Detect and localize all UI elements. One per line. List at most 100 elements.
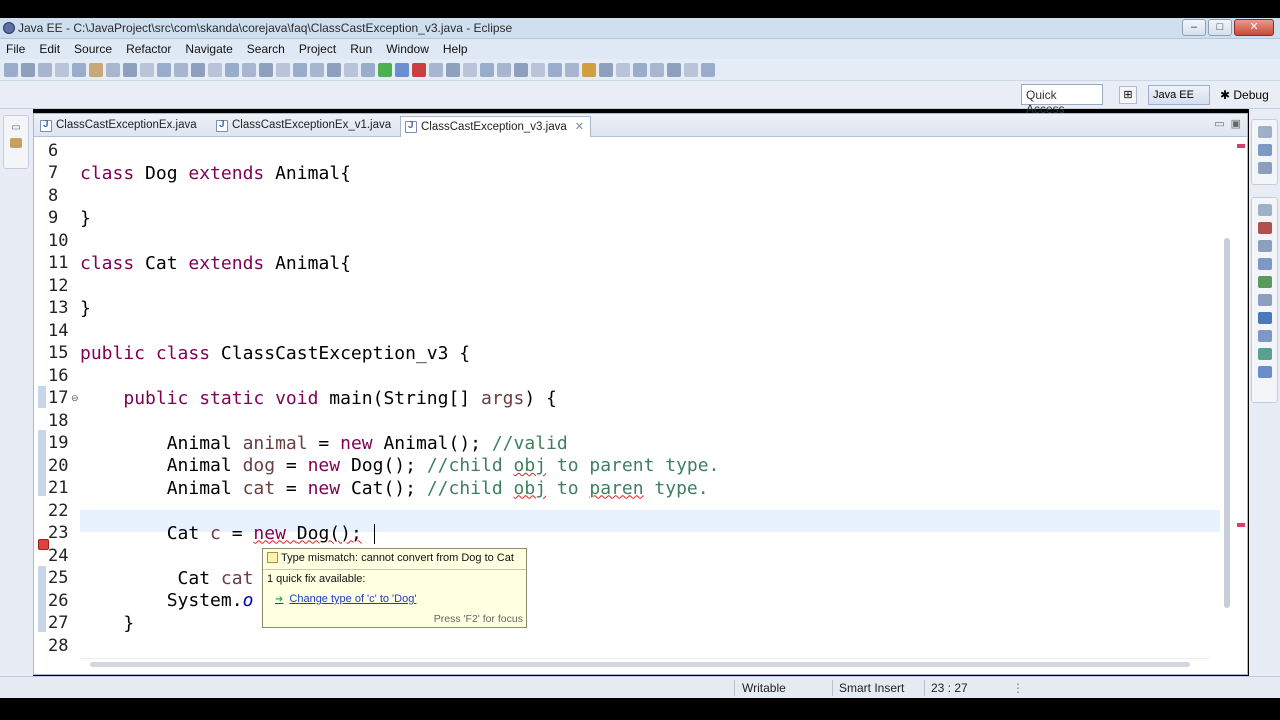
package-explorer-icon[interactable] xyxy=(10,138,22,148)
progress-icon[interactable] xyxy=(1257,348,1272,360)
open-perspective-icon[interactable]: ⊞ xyxy=(1119,86,1137,104)
console-icon[interactable] xyxy=(1257,312,1272,324)
package-icon[interactable] xyxy=(89,62,103,77)
jpa-icon[interactable] xyxy=(242,62,256,77)
whitespace-icon[interactable] xyxy=(616,62,630,77)
close-button[interactable]: ✕ xyxy=(1234,19,1274,36)
start-server-icon[interactable] xyxy=(361,62,375,77)
quick-access-input[interactable]: Quick Access xyxy=(1021,84,1103,116)
minimized-outline-stack[interactable] xyxy=(1251,119,1278,185)
interface-icon[interactable] xyxy=(123,62,137,77)
search-icon[interactable] xyxy=(531,62,545,77)
menu-project[interactable]: Project xyxy=(299,42,336,56)
minimize-button[interactable]: – xyxy=(1182,19,1206,36)
minimize-icon[interactable]: ▭ xyxy=(1214,117,1224,130)
outline-icon[interactable] xyxy=(1257,144,1272,156)
close-tab-icon[interactable]: ✕ xyxy=(575,121,584,133)
menu-navigate[interactable]: Navigate xyxy=(185,42,232,56)
web-icon[interactable] xyxy=(174,62,188,77)
properties-icon[interactable] xyxy=(1257,240,1272,252)
snippets-icon[interactable] xyxy=(1257,294,1272,306)
xml-icon[interactable] xyxy=(259,62,273,77)
css-icon[interactable] xyxy=(293,62,307,77)
new-icon[interactable] xyxy=(4,62,18,77)
minimized-console-stack[interactable] xyxy=(1251,197,1278,403)
quick-fix-label[interactable]: Change type of 'c' to 'Dog' xyxy=(289,593,416,605)
perspective-java-ee[interactable]: Java EE xyxy=(1148,85,1210,105)
tab-classcastexceptionex[interactable]: ClassCastExceptionEx.java xyxy=(36,116,203,137)
code-line[interactable]: public class ClassCastException_v3 { xyxy=(80,343,470,365)
maximize-icon[interactable]: ▣ xyxy=(1231,117,1241,130)
web-services-icon[interactable] xyxy=(1257,366,1272,378)
code-line[interactable]: Animal animal = new Animal(); //valid xyxy=(80,433,568,455)
menu-window[interactable]: Window xyxy=(386,42,429,56)
code-line[interactable]: class Cat extends Animal{ xyxy=(80,253,351,275)
menu-source[interactable]: Source xyxy=(74,42,112,56)
back-icon[interactable] xyxy=(667,62,681,77)
quick-fix-link[interactable]: ➜ Change type of 'c' to 'Dog' xyxy=(275,593,416,605)
new-package-icon[interactable] xyxy=(463,62,477,77)
code-line[interactable]: } xyxy=(80,613,134,635)
menu-search[interactable]: Search xyxy=(247,42,285,56)
tab-classcastexception-v3[interactable]: ClassCastException_v3.java ✕ xyxy=(400,116,591,137)
highlight-icon[interactable] xyxy=(582,62,596,77)
menu-run[interactable]: Run xyxy=(350,42,372,56)
code-line[interactable]: Cat cat xyxy=(80,568,254,590)
menu-file[interactable]: File xyxy=(6,42,25,56)
menu-help[interactable]: Help xyxy=(443,42,468,56)
menu-refactor[interactable]: Refactor xyxy=(126,42,171,56)
scroll-thumb[interactable] xyxy=(1224,238,1230,608)
pin-editor-icon[interactable] xyxy=(633,62,647,77)
jsp-icon[interactable] xyxy=(208,62,222,77)
deploy-icon[interactable] xyxy=(327,62,341,77)
code-line[interactable]: System.o xyxy=(80,590,254,612)
code-line[interactable]: Cat c = new Dog(); xyxy=(80,523,362,545)
scroll-thumb[interactable] xyxy=(90,662,1190,667)
maximize-button[interactable]: □ xyxy=(1208,19,1232,36)
ejb-icon[interactable] xyxy=(225,62,239,77)
markers-icon[interactable] xyxy=(1257,222,1272,234)
class-icon[interactable] xyxy=(106,62,120,77)
restore-icon[interactable]: ▭ xyxy=(10,122,22,133)
block-select-icon[interactable] xyxy=(599,62,613,77)
annotation-next-icon[interactable] xyxy=(548,62,562,77)
html-icon[interactable] xyxy=(276,62,290,77)
save-all-icon[interactable] xyxy=(38,62,52,77)
tab-classcastexceptionex-v1[interactable]: ClassCastExceptionEx_v1.java xyxy=(212,116,397,137)
code-line[interactable]: public static void main(String[] args) { xyxy=(80,388,557,410)
servlet-icon[interactable] xyxy=(191,62,205,77)
code-line[interactable]: } xyxy=(80,298,91,320)
save-icon[interactable] xyxy=(21,62,35,77)
collapse-icon[interactable]: ⊖ xyxy=(71,393,79,404)
open-task-icon[interactable] xyxy=(514,62,528,77)
restore-icon[interactable] xyxy=(1257,126,1272,138)
data-source-icon[interactable] xyxy=(1257,276,1272,288)
horizontal-scrollbar[interactable] xyxy=(80,658,1210,670)
open-type-icon[interactable] xyxy=(497,62,511,77)
annotation-icon[interactable] xyxy=(157,62,171,77)
stop-icon[interactable] xyxy=(412,62,426,77)
server-icon[interactable] xyxy=(72,62,86,77)
code-line[interactable]: class Dog extends Animal{ xyxy=(80,163,351,185)
code-text-area[interactable]: class Dog extends Animal{} class Cat exte… xyxy=(80,138,1220,656)
print-icon[interactable] xyxy=(55,62,69,77)
error-summary-icon[interactable] xyxy=(1237,144,1245,148)
new-project-icon[interactable] xyxy=(446,62,460,77)
code-line[interactable]: Animal dog = new Dog(); //child obj to p… xyxy=(80,455,720,477)
new-class-icon[interactable] xyxy=(480,62,494,77)
minimized-project-explorer[interactable]: ▭ xyxy=(3,115,29,169)
menu-edit[interactable]: Edit xyxy=(39,42,60,56)
code-line[interactable]: Animal cat = new Cat(); //child obj to p… xyxy=(80,478,709,500)
code-line[interactable]: } xyxy=(80,208,91,230)
error-overview-mark[interactable] xyxy=(1237,523,1245,527)
restore-icon[interactable] xyxy=(1257,204,1272,216)
run-icon[interactable] xyxy=(378,62,392,77)
search-view-icon[interactable] xyxy=(1257,330,1272,342)
external-tools-icon[interactable] xyxy=(429,62,443,77)
vertical-scrollbar[interactable] xyxy=(1220,138,1236,656)
servers-icon[interactable] xyxy=(1257,258,1272,270)
status-menu-icon[interactable]: ⋮ xyxy=(1012,681,1024,695)
perspective-debug[interactable]: ✱ Debug xyxy=(1216,85,1273,105)
publish-icon[interactable] xyxy=(344,62,358,77)
debug-icon[interactable] xyxy=(395,62,409,77)
